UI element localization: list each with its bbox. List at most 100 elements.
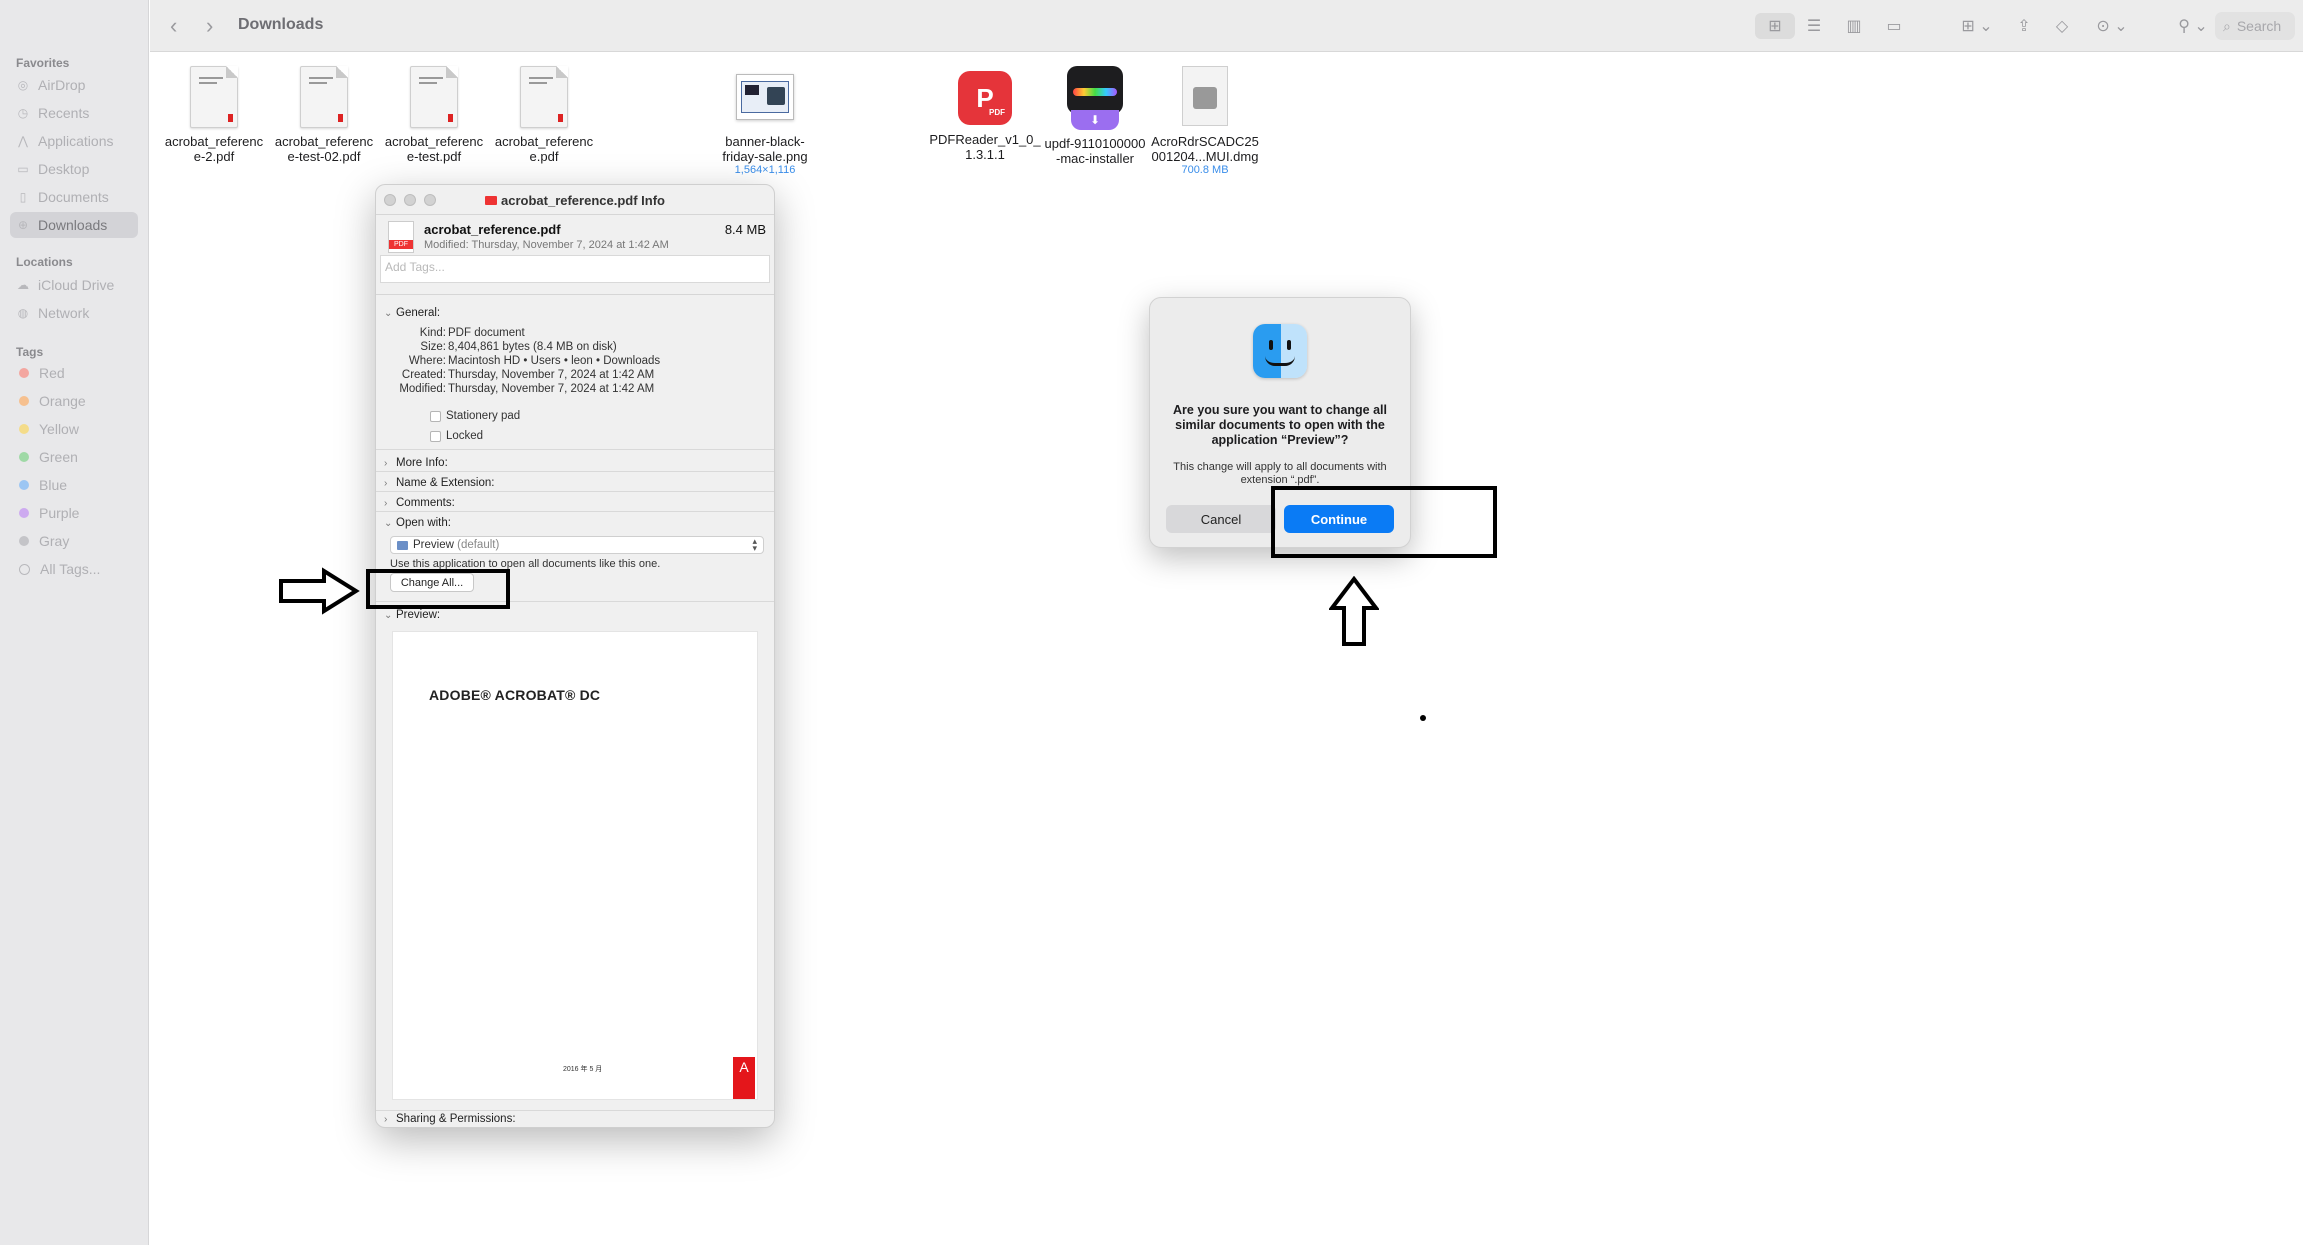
desktop-icon: ▭: [17, 162, 29, 176]
divider: [376, 511, 774, 512]
sidebar-item-icloud-drive[interactable]: ☁ iCloud Drive: [10, 272, 138, 298]
dialog-title: Are you sure you want to change all simi…: [1173, 403, 1387, 447]
pdf-file-icon: [190, 66, 238, 128]
annotation-arrow-right-icon: [279, 567, 360, 615]
back-icon[interactable]: ‹: [170, 13, 177, 39]
stationery-pad-checkbox[interactable]: [430, 411, 441, 422]
more-info-section-header[interactable]: › More Info:: [384, 457, 448, 469]
name-extension-section-header[interactable]: › Name & Extension:: [384, 477, 494, 489]
file-item[interactable]: acrobat_referenc e-test.pdf: [374, 66, 494, 164]
tag-dot-icon: [19, 396, 29, 406]
sidebar-tag-red[interactable]: Red: [10, 360, 138, 386]
chevron-down-icon: ⌄: [384, 518, 393, 529]
detail-label: Kind:: [419, 327, 446, 339]
sidebar-item-downloads[interactable]: ⊕ Downloads: [10, 212, 138, 238]
chevron-down-icon: ⌄: [384, 610, 393, 621]
list-view-button[interactable]: ☰: [1798, 13, 1830, 39]
file-name: banner-black-: [725, 134, 805, 149]
sidebar-item-label: AirDrop: [38, 77, 86, 93]
sidebar-item-network[interactable]: ◍ Network: [10, 300, 138, 326]
sidebar-all-tags[interactable]: All Tags...: [10, 556, 138, 582]
annotation-arrow-up-icon: [1329, 576, 1379, 646]
sidebar-item-label: Gray: [39, 533, 70, 549]
file-name: updf-9110100000: [1044, 136, 1146, 151]
detail-value: Macintosh HD • Users • leon • Downloads: [448, 355, 661, 367]
sidebar-item-label: Orange: [39, 393, 86, 409]
cancel-button[interactable]: Cancel: [1166, 505, 1276, 533]
sidebar-item-label: Applications: [38, 133, 114, 149]
file-name: PDFReader_v1_0_: [929, 132, 1041, 147]
open-with-section-header[interactable]: ⌄ Open with:: [384, 517, 451, 529]
more-actions-button[interactable]: ⊙ ⌄: [2090, 13, 2134, 39]
pdf-file-icon: [520, 66, 568, 128]
chevron-right-icon: ›: [384, 1114, 388, 1125]
pdf-file-icon: PDF: [388, 221, 414, 253]
tag-icon: ◇: [2055, 18, 2069, 35]
general-section-header[interactable]: ⌄ General:: [384, 307, 440, 319]
pdfreader-app-icon: P PDF: [958, 71, 1012, 125]
tags-input[interactable]: Add Tags...: [380, 255, 770, 283]
detail-label: Modified:: [399, 383, 446, 395]
preview-section-header[interactable]: ⌄ Preview:: [384, 609, 440, 621]
download-icon: ⊕: [17, 218, 29, 232]
sidebar-item-applications[interactable]: ⋀ Applications: [10, 128, 138, 154]
icon-view-button[interactable]: ⊞: [1755, 13, 1795, 39]
disk-image-icon: [1182, 66, 1228, 126]
action-menu-button[interactable]: ⚲ ⌄: [2175, 13, 2211, 39]
group-button[interactable]: ⊞ ⌄: [1955, 13, 1999, 39]
all-tags-icon: [19, 563, 30, 575]
file-name: -mac-installer: [1055, 151, 1134, 166]
wand-icon: ⚲ ⌄: [2178, 18, 2208, 35]
preview-app-icon: [397, 540, 408, 550]
sidebar-item-label: Blue: [39, 477, 68, 493]
detail-label: Where:: [408, 355, 446, 367]
sidebar-tag-blue[interactable]: Blue: [10, 472, 138, 498]
sidebar-item-recents[interactable]: ◷ Recents: [10, 100, 138, 126]
share-button[interactable]: ⇪: [2010, 13, 2038, 39]
search-field[interactable]: ⌕ Search: [2215, 12, 2295, 40]
forward-icon[interactable]: ›: [206, 13, 213, 39]
sharing-section-header[interactable]: › Sharing & Permissions:: [384, 1113, 516, 1125]
file-name: acrobat_referenc: [384, 134, 484, 149]
locked-checkbox[interactable]: [430, 431, 441, 442]
cursor-dot: [1420, 715, 1426, 721]
tag-button[interactable]: ◇: [2048, 13, 2076, 39]
sidebar-item-desktop[interactable]: ▭ Desktop: [10, 156, 138, 182]
sidebar-tag-orange[interactable]: Orange: [10, 388, 138, 414]
sidebar-item-documents[interactable]: ▯ Documents: [10, 184, 138, 210]
detail-value: PDF document: [448, 327, 525, 339]
column-view-button[interactable]: ▥: [1838, 13, 1870, 39]
ellipsis-circle-icon: ⊙ ⌄: [2096, 18, 2128, 35]
file-dimensions: 1,564×1,116: [734, 164, 796, 176]
sidebar-tag-green[interactable]: Green: [10, 444, 138, 470]
detail-value: Thursday, November 7, 2024 at 1:42 AM: [448, 369, 655, 381]
comments-section-header[interactable]: › Comments:: [384, 497, 455, 509]
adobe-logo-icon: A: [733, 1057, 755, 1099]
file-item[interactable]: P PDF PDFReader_v1_0_ 1.3.1.1: [925, 66, 1045, 162]
sidebar-tag-yellow[interactable]: Yellow: [10, 416, 138, 442]
locked-label: Locked: [446, 430, 484, 442]
search-placeholder: Search: [2236, 18, 2282, 34]
file-size: 700.8 MB: [1181, 164, 1229, 176]
file-item[interactable]: acrobat_referenc e-test-02.pdf: [264, 66, 384, 164]
pdf-badge-icon: [485, 196, 497, 205]
file-item[interactable]: banner-black- friday-sale.png 1,564×1,11…: [705, 66, 825, 176]
sidebar-item-airdrop[interactable]: ◎ AirDrop: [10, 72, 138, 98]
sidebar-tag-purple[interactable]: Purple: [10, 500, 138, 526]
file-item[interactable]: acrobat_referenc e-2.pdf: [154, 66, 274, 164]
gallery-view-button[interactable]: ▭: [1878, 13, 1910, 39]
annotation-highlight-change-all: [366, 569, 510, 609]
clock-icon: ◷: [17, 106, 29, 120]
window-title: Downloads: [238, 16, 324, 33]
file-item[interactable]: AcroRdrSCADC25 001204...MUI.dmg 700.8 MB: [1145, 66, 1265, 176]
favorites-header: Favorites: [16, 56, 70, 70]
divider: [376, 449, 774, 450]
sidebar-item-label: Purple: [39, 505, 80, 521]
open-with-app: Preview: [413, 539, 454, 551]
sidebar-tag-gray[interactable]: Gray: [10, 528, 138, 554]
open-with-select[interactable]: Preview (default) ▴ ▾: [390, 536, 764, 554]
file-name: acrobat_referenc: [494, 134, 594, 149]
file-item[interactable]: ⬇ updf-9110100000 -mac-installer: [1035, 66, 1155, 166]
file-item[interactable]: acrobat_referenc e.pdf: [484, 66, 604, 164]
tag-dot-icon: [19, 452, 29, 462]
